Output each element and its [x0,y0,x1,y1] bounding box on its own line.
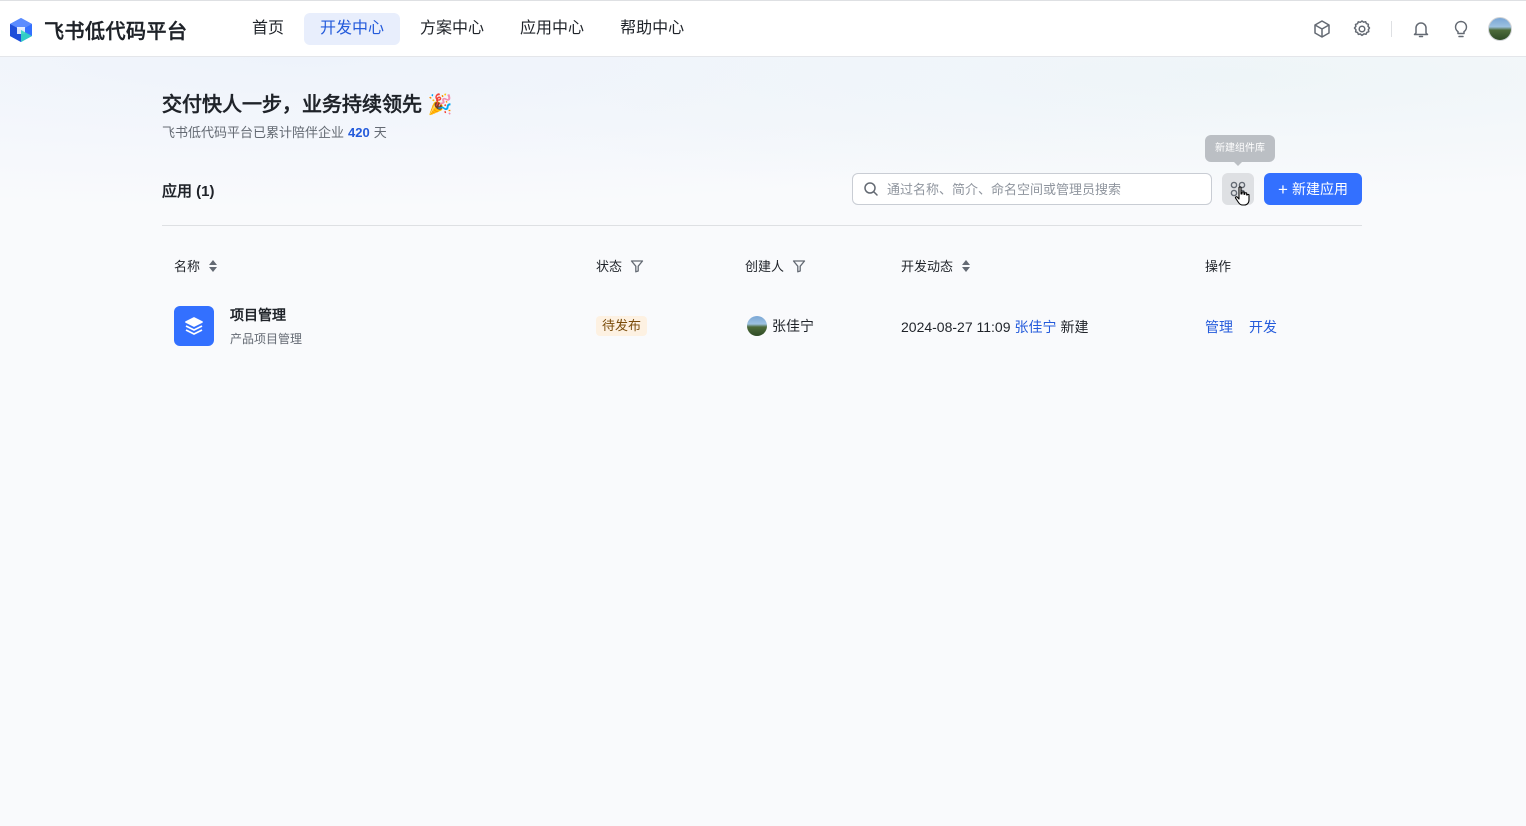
gear-icon[interactable] [1351,18,1373,40]
logo-icon [10,17,32,42]
app-description: 产品项目管理 [230,332,303,346]
brand-logo[interactable]: 飞书低代码平台 [8,15,188,44]
main-nav: 首页 开发中心 方案中心 应用中心 帮助中心 [236,13,704,45]
app-name[interactable]: 项目管理 [230,305,286,325]
avatar [747,316,767,336]
library-tooltip: 新建组件库 [1205,135,1275,162]
column-header-status: 状态 [596,256,644,275]
page-headline: 交付快人一步，业务持续领先 🎉 [162,94,453,116]
toolbar-divider [1391,21,1392,37]
sort-icon[interactable] [208,259,218,273]
party-popper-icon: 🎉 [427,94,453,116]
activity-action: 新建 [1060,319,1089,335]
layers-icon [185,317,203,335]
nav-item-solution-center[interactable]: 方案中心 [404,13,500,45]
top-right-toolbar [1293,17,1512,41]
activity-time: 2024-08-27 11:09 [901,319,1011,335]
column-header-name: 名称 [174,256,218,275]
filter-icon[interactable] [630,259,644,273]
manage-link[interactable]: 管理 [1205,317,1233,337]
nav-item-app-center[interactable]: 应用中心 [504,13,600,45]
new-app-button[interactable]: + 新建应用 [1264,173,1362,205]
user-avatar[interactable] [1488,17,1512,41]
brand-name: 飞书低代码平台 [44,21,188,43]
search-icon [864,182,878,196]
column-header-actions: 操作 [1205,259,1232,274]
cube-icon[interactable] [1311,18,1333,40]
lightbulb-icon[interactable] [1450,18,1472,40]
tooltip-arrow [1233,161,1243,166]
activity-user[interactable]: 张佳宁 [1015,319,1057,335]
page-subline: 飞书低代码平台已累计陪伴企业 420 天 [162,125,387,140]
apps-section-title: 应用 (1) [162,183,215,200]
app-search-box[interactable] [852,173,1212,205]
nav-item-home[interactable]: 首页 [236,13,300,45]
top-navigation-bar: 飞书低代码平台 首页 开发中心 方案中心 应用中心 帮助中心 [0,0,1526,57]
search-input[interactable] [887,181,1197,197]
app-icon[interactable] [174,306,214,346]
nav-item-dev-center[interactable]: 开发中心 [304,13,401,45]
develop-link[interactable]: 开发 [1249,317,1277,337]
column-header-creator: 创建人 [745,256,806,275]
section-divider [162,225,1362,226]
nav-item-help-center[interactable]: 帮助中心 [604,13,700,45]
days-count: 420 [348,125,370,140]
hero-background [0,57,1526,237]
column-header-activity: 开发动态 [901,256,971,275]
filter-icon[interactable] [792,259,806,273]
status-badge: 待发布 [596,316,648,336]
creator: 张佳宁 [747,316,814,336]
activity: 2024-08-27 11:09 张佳宁 新建 [901,317,1089,337]
bell-icon[interactable] [1410,18,1432,40]
creator-name: 张佳宁 [772,318,814,334]
plus-icon: + [1278,179,1288,199]
sort-icon[interactable] [961,259,971,273]
hand-cursor-icon [1234,186,1250,206]
